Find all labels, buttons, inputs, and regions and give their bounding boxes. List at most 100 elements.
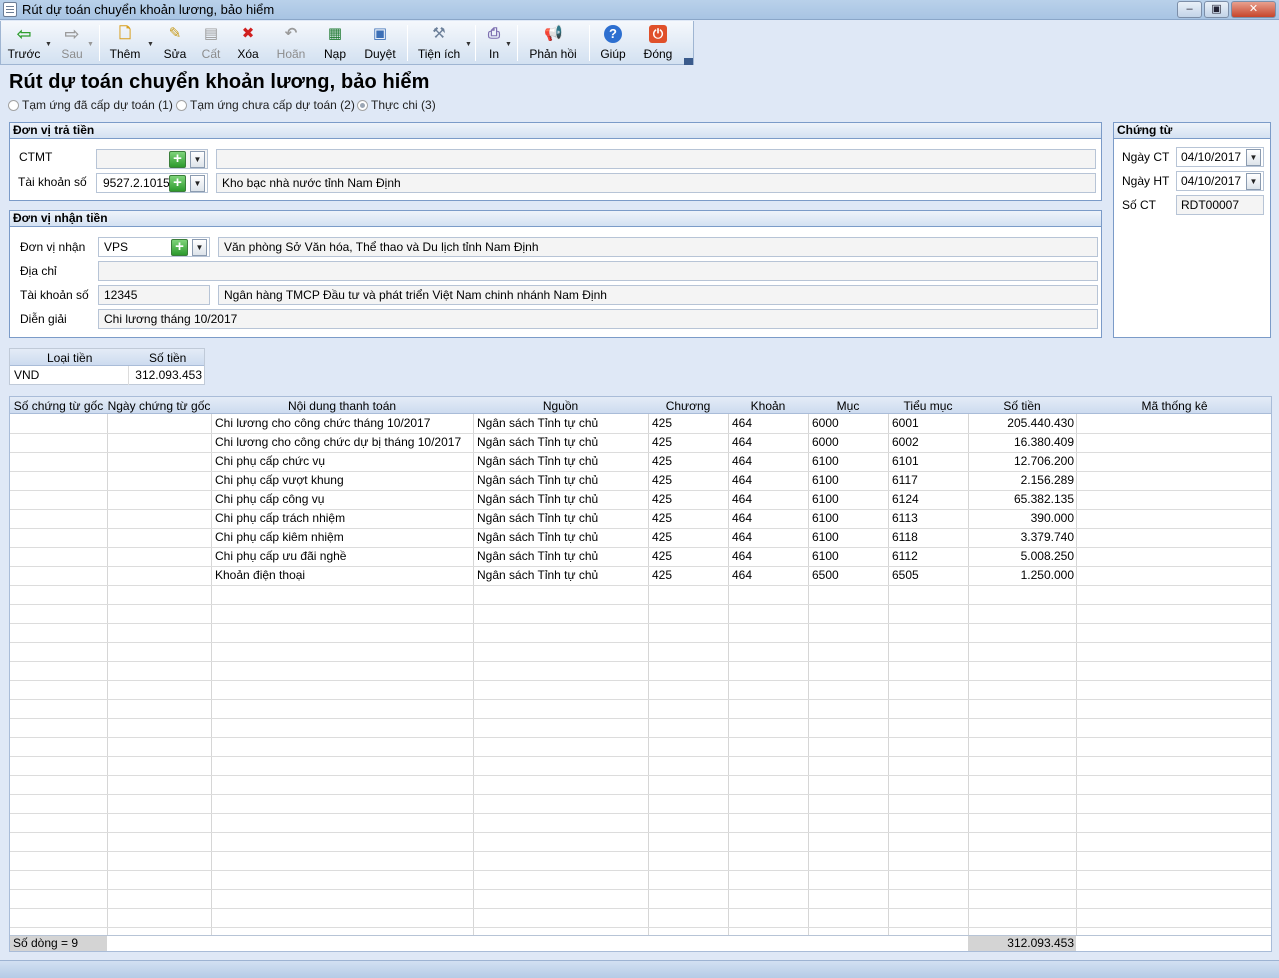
approve-button[interactable]: ▣ Duyệt (361, 23, 399, 63)
header-amount[interactable]: Số tiền (968, 399, 1076, 413)
ctmt-dropdown-icon[interactable]: ▼ (190, 151, 205, 168)
description-field[interactable]: Chi lương tháng 10/2017 (98, 309, 1098, 329)
section-cell: 6000 (812, 416, 839, 430)
back-button[interactable]: ⇦ Trước ▼ (5, 23, 52, 63)
payee-unit-dropdown-icon[interactable]: ▼ (192, 239, 207, 256)
payee-bank-field[interactable]: Ngân hàng TMCP Đầu tư và phát triển Việt… (218, 285, 1098, 305)
minimize-button[interactable]: – (1177, 1, 1202, 18)
amount-cell: 16.380.409 (1013, 435, 1074, 449)
grid-footer: Số dòng = 9 312.093.453 (10, 935, 1271, 951)
payee-unit-name-field[interactable]: Văn phòng Sở Văn hóa, Thể thao và Du lịc… (218, 237, 1098, 257)
header-source-doc-date[interactable]: Ngày chứng từ gốc (107, 399, 211, 413)
voucher-number-field[interactable]: RDT00007 (1176, 195, 1264, 215)
subsection-cell: 6001 (892, 416, 919, 430)
header-statistic-code[interactable]: Mã thống kê (1076, 399, 1271, 413)
source-cell: Ngân sách Tỉnh tự chủ (477, 416, 599, 430)
option-actual-spending[interactable]: Thực chi (3) (357, 98, 436, 112)
source-cell: Ngân sách Tỉnh tự chủ (477, 454, 599, 468)
currency-grid-header: Loại tiền Số tiền (10, 349, 204, 366)
add-button[interactable]: 🗋 Thêm ▼ (105, 23, 154, 63)
option-advance-unallocated[interactable]: Tạm ứng chưa cấp dự toán (2) (176, 98, 355, 112)
content-cell: Chi phụ cấp vượt khung (215, 473, 344, 487)
table-row[interactable]: Chi phụ cấp trách nhiệm Ngân sách Tỉnh tự… (10, 509, 1271, 528)
toolbar-background (694, 21, 1279, 65)
grid-row-divider (10, 642, 1271, 643)
help-button[interactable]: ? Giúp (597, 23, 629, 63)
help-icon: ? (604, 25, 622, 43)
undo-button[interactable]: ↶ Hoãn (273, 23, 309, 63)
date-ht-dropdown-icon[interactable]: ▼ (1246, 173, 1261, 190)
table-row[interactable]: Chi phụ cấp ưu đãi nghề Ngân sách Tỉnh tự… (10, 547, 1271, 566)
currency-row[interactable]: VND 312.093.453 (10, 366, 204, 385)
close-button[interactable]: ⏻ Đóng (641, 23, 675, 63)
source-cell: Ngân sách Tỉnh tự chủ (477, 549, 599, 563)
currency-column-divider (128, 366, 129, 385)
chevron-down-icon[interactable]: ▼ (465, 41, 472, 48)
grid-row-divider (10, 718, 1271, 719)
header-source[interactable]: Nguồn (473, 399, 648, 413)
grid-row-divider (10, 870, 1271, 871)
maximize-button[interactable]: ▣ (1204, 1, 1229, 18)
document-add-icon: 🗋 (118, 25, 132, 42)
forward-button[interactable]: ⇨ Sau ▼ (55, 23, 94, 63)
header-chapter[interactable]: Chương (648, 399, 728, 413)
chevron-down-icon[interactable]: ▼ (87, 41, 94, 48)
status-bar (0, 960, 1279, 978)
header-item[interactable]: Khoản (728, 399, 808, 413)
section-cell: 6100 (812, 511, 839, 525)
item-cell: 464 (732, 473, 753, 487)
table-row[interactable]: Chi phụ cấp công vụ Ngân sách Tỉnh tự chủ… (10, 490, 1271, 509)
edit-button[interactable]: ✎ Sửa (159, 23, 191, 63)
chevron-down-icon[interactable]: ▼ (45, 41, 52, 48)
toolbar-options-grip[interactable] (684, 58, 693, 65)
header-payment-content[interactable]: Nội dung thanh toán (211, 399, 473, 413)
header-subsection[interactable]: Tiểu mục (888, 399, 968, 413)
delete-button[interactable]: ✖ Xóa (233, 23, 263, 63)
print-button[interactable]: ⎙ In ▼ (481, 23, 512, 63)
item-cell: 464 (732, 416, 753, 430)
table-row[interactable]: Chi phụ cấp chức vụ Ngân sách Tỉnh tự chủ… (10, 452, 1271, 471)
load-button[interactable]: ▦ Nạp (319, 23, 351, 63)
save-button[interactable]: ▤ Cất (197, 23, 225, 63)
window-title: Rút dự toán chuyển khoản lương, bảo hiểm (22, 2, 275, 17)
payee-group: Đơn vị nhận tiền Đơn vị nhận VPS + ▼ Văn… (9, 210, 1102, 338)
payee-account-number-field[interactable]: 12345 (98, 285, 210, 305)
radio-icon (176, 100, 187, 111)
chapter-cell: 425 (652, 435, 673, 449)
chevron-down-icon[interactable]: ▼ (505, 41, 512, 48)
add-ctmt-icon[interactable]: + (169, 151, 186, 168)
chapter-cell: 425 (652, 473, 673, 487)
payer-account-name-field[interactable]: Kho bạc nhà nước tỉnh Nam Định (216, 173, 1096, 193)
add-unit-icon[interactable]: + (171, 239, 188, 256)
address-label: Địa chỉ (20, 264, 57, 278)
close-window-button[interactable]: ✕ (1231, 1, 1276, 18)
table-row[interactable]: Chi phụ cấp kiêm nhiệm Ngân sách Tỉnh tự … (10, 528, 1271, 547)
toolbar-separator (517, 25, 518, 61)
feedback-button[interactable]: 📢 Phản hồi (525, 23, 581, 63)
table-row[interactable]: Chi phụ cấp vượt khung Ngân sách Tỉnh tự … (10, 471, 1271, 490)
date-ct-dropdown-icon[interactable]: ▼ (1246, 149, 1261, 166)
ctmt-name-field[interactable] (216, 149, 1096, 169)
chevron-down-icon[interactable]: ▼ (147, 41, 154, 48)
currency-grid: Loại tiền Số tiền VND 312.093.453 (9, 348, 205, 385)
table-row[interactable]: Chi lương cho công chức tháng 10/2017 Ngâ… (10, 414, 1271, 433)
subsection-cell: 6101 (892, 454, 919, 468)
payer-account-dropdown-icon[interactable]: ▼ (190, 175, 205, 192)
grid-row-divider (10, 832, 1271, 833)
voucher-group-heading: Chứng từ (1114, 123, 1270, 139)
add-account-icon[interactable]: + (169, 175, 186, 192)
subsection-cell: 6002 (892, 435, 919, 449)
address-field[interactable] (98, 261, 1098, 281)
header-source-doc-number[interactable]: Số chứng từ gốc (10, 399, 107, 413)
table-row[interactable]: Khoản điện thoại Ngân sách Tỉnh tự chủ 425… (10, 566, 1271, 585)
radio-selected-icon (357, 100, 368, 111)
subsection-cell: 6124 (892, 492, 919, 506)
utilities-button[interactable]: ⚒ Tiện ích ▼ (415, 23, 472, 63)
power-icon: ⏻ (649, 25, 667, 43)
source-cell: Ngân sách Tỉnh tự chủ (477, 511, 599, 525)
option-advance-allocated[interactable]: Tạm ứng đã cấp dự toán (1) (8, 98, 173, 112)
table-row[interactable]: Chi lương cho công chức dự bị tháng 10/2… (10, 433, 1271, 452)
amount-cell: 390.000 (1030, 511, 1074, 525)
payer-account-label: Tài khoản số (18, 175, 87, 189)
header-section[interactable]: Mục (808, 399, 888, 413)
